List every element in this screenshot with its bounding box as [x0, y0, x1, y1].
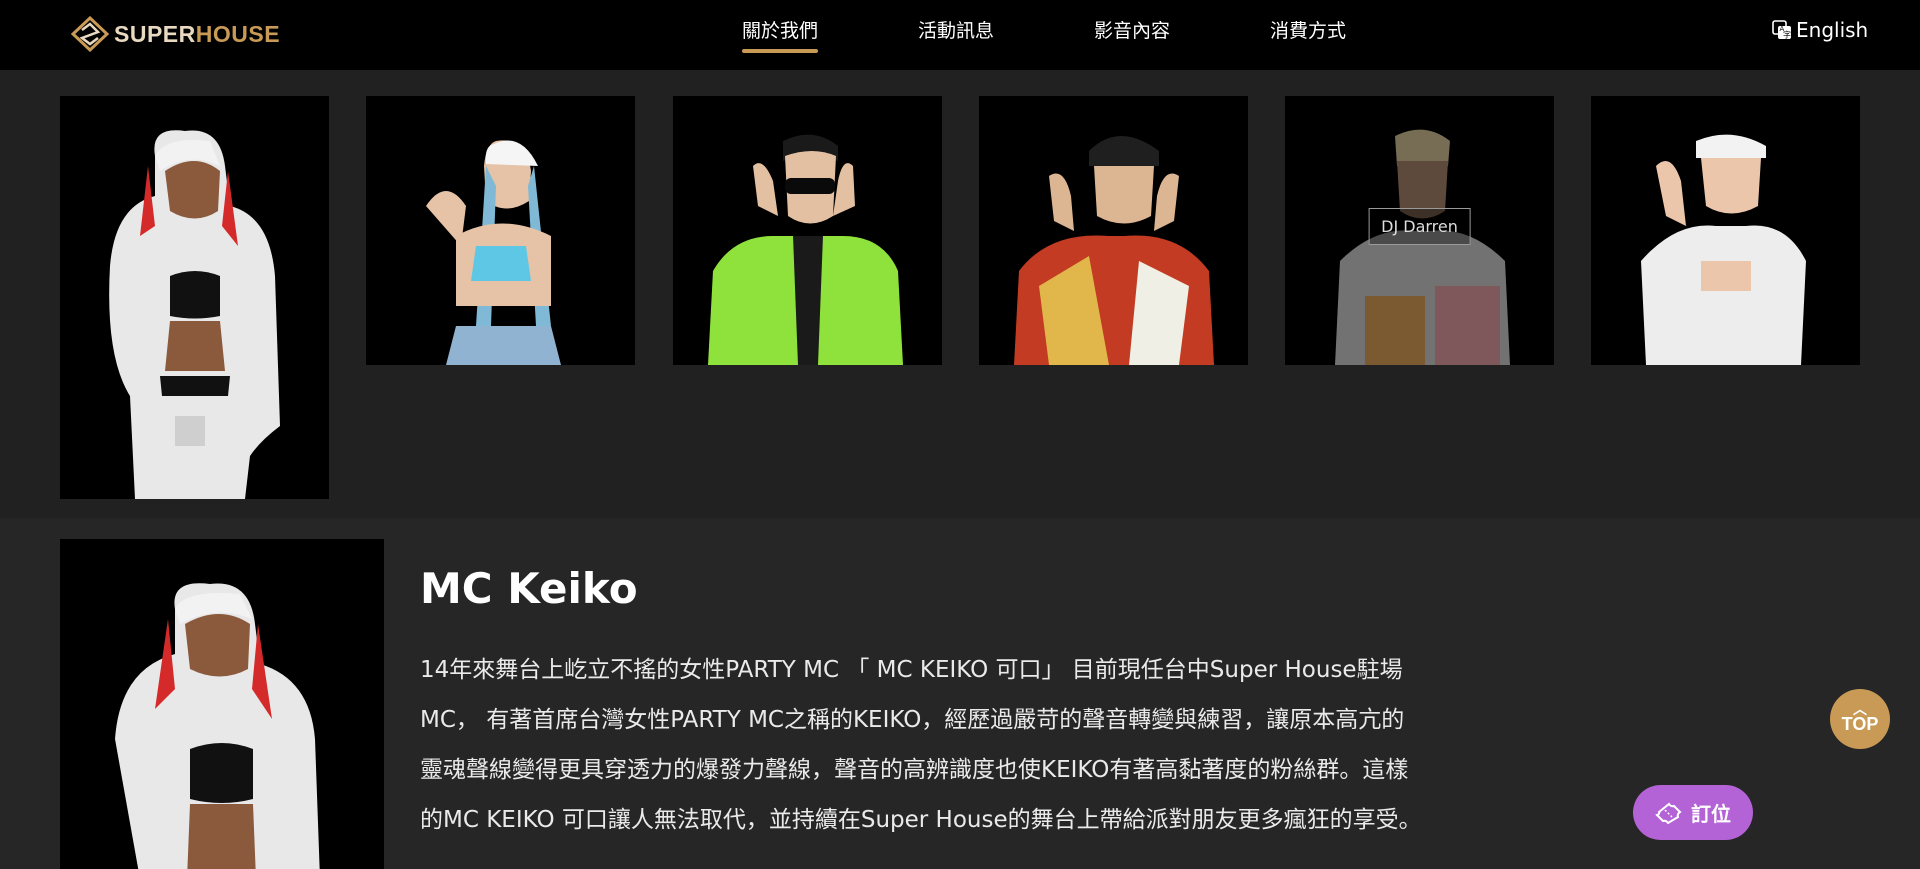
- nav-item-media[interactable]: 影音內容: [1094, 16, 1170, 43]
- booking-button[interactable]: 訂位: [1633, 785, 1753, 840]
- dj-card-4[interactable]: [979, 96, 1248, 365]
- logo-text: SUPERHOUSE: [114, 21, 280, 48]
- detail-photo-image: [115, 583, 320, 869]
- dj-grid: DJ Darren: [0, 70, 1920, 518]
- nav-item-pricing[interactable]: 消費方式: [1270, 16, 1346, 43]
- ticket-icon: [1655, 802, 1682, 824]
- dj-card-keiko[interactable]: [60, 96, 329, 499]
- back-to-top-button[interactable]: ︿ TOP: [1830, 689, 1890, 749]
- dj-photo-3: [708, 134, 903, 365]
- dj-description: 14年來舞台上屹立不搖的女性PARTY MC 「 MC KEIKO 可口」 目前…: [420, 657, 1422, 833]
- logo-text-super: SUPER: [114, 20, 196, 47]
- dj-card-6[interactable]: [1591, 96, 1860, 365]
- back-to-top-label: TOP: [1841, 713, 1879, 734]
- dj-hover-label: DJ Darren: [1368, 208, 1471, 245]
- nav-item-about[interactable]: 關於我們: [742, 16, 819, 53]
- language-label: English: [1796, 18, 1869, 42]
- top-navbar: SUPERHOUSE 關於我們 活動訊息 影音內容 消費方式 A 字 Engli…: [0, 0, 1920, 70]
- logo-mark-icon: [70, 16, 110, 52]
- translate-icon: A 字: [1772, 20, 1791, 40]
- dj-card-3[interactable]: [673, 96, 942, 365]
- language-switch[interactable]: A 字 English: [1772, 18, 1868, 42]
- detail-photo: [60, 539, 384, 869]
- dj-photo-6: [1641, 134, 1806, 365]
- dj-detail-section: MC Keiko 14年來舞台上屹立不搖的女性PARTY MC 「 MC KEI…: [0, 518, 1920, 869]
- dj-photo-keiko: [109, 130, 280, 499]
- logo[interactable]: SUPERHOUSE: [70, 16, 280, 52]
- nav-item-events[interactable]: 活動訊息: [918, 16, 994, 43]
- booking-label: 訂位: [1691, 802, 1731, 826]
- dj-photo-2: [426, 140, 561, 365]
- dj-photo-4: [1014, 136, 1214, 365]
- logo-text-house: HOUSE: [195, 20, 281, 47]
- dj-card-2[interactable]: [366, 96, 635, 365]
- dj-name: MC Keiko: [420, 564, 638, 613]
- chevron-up-icon: ︿: [1853, 700, 1867, 717]
- dj-card-darren[interactable]: DJ Darren: [1285, 96, 1554, 365]
- svg-text:字: 字: [1783, 30, 1791, 40]
